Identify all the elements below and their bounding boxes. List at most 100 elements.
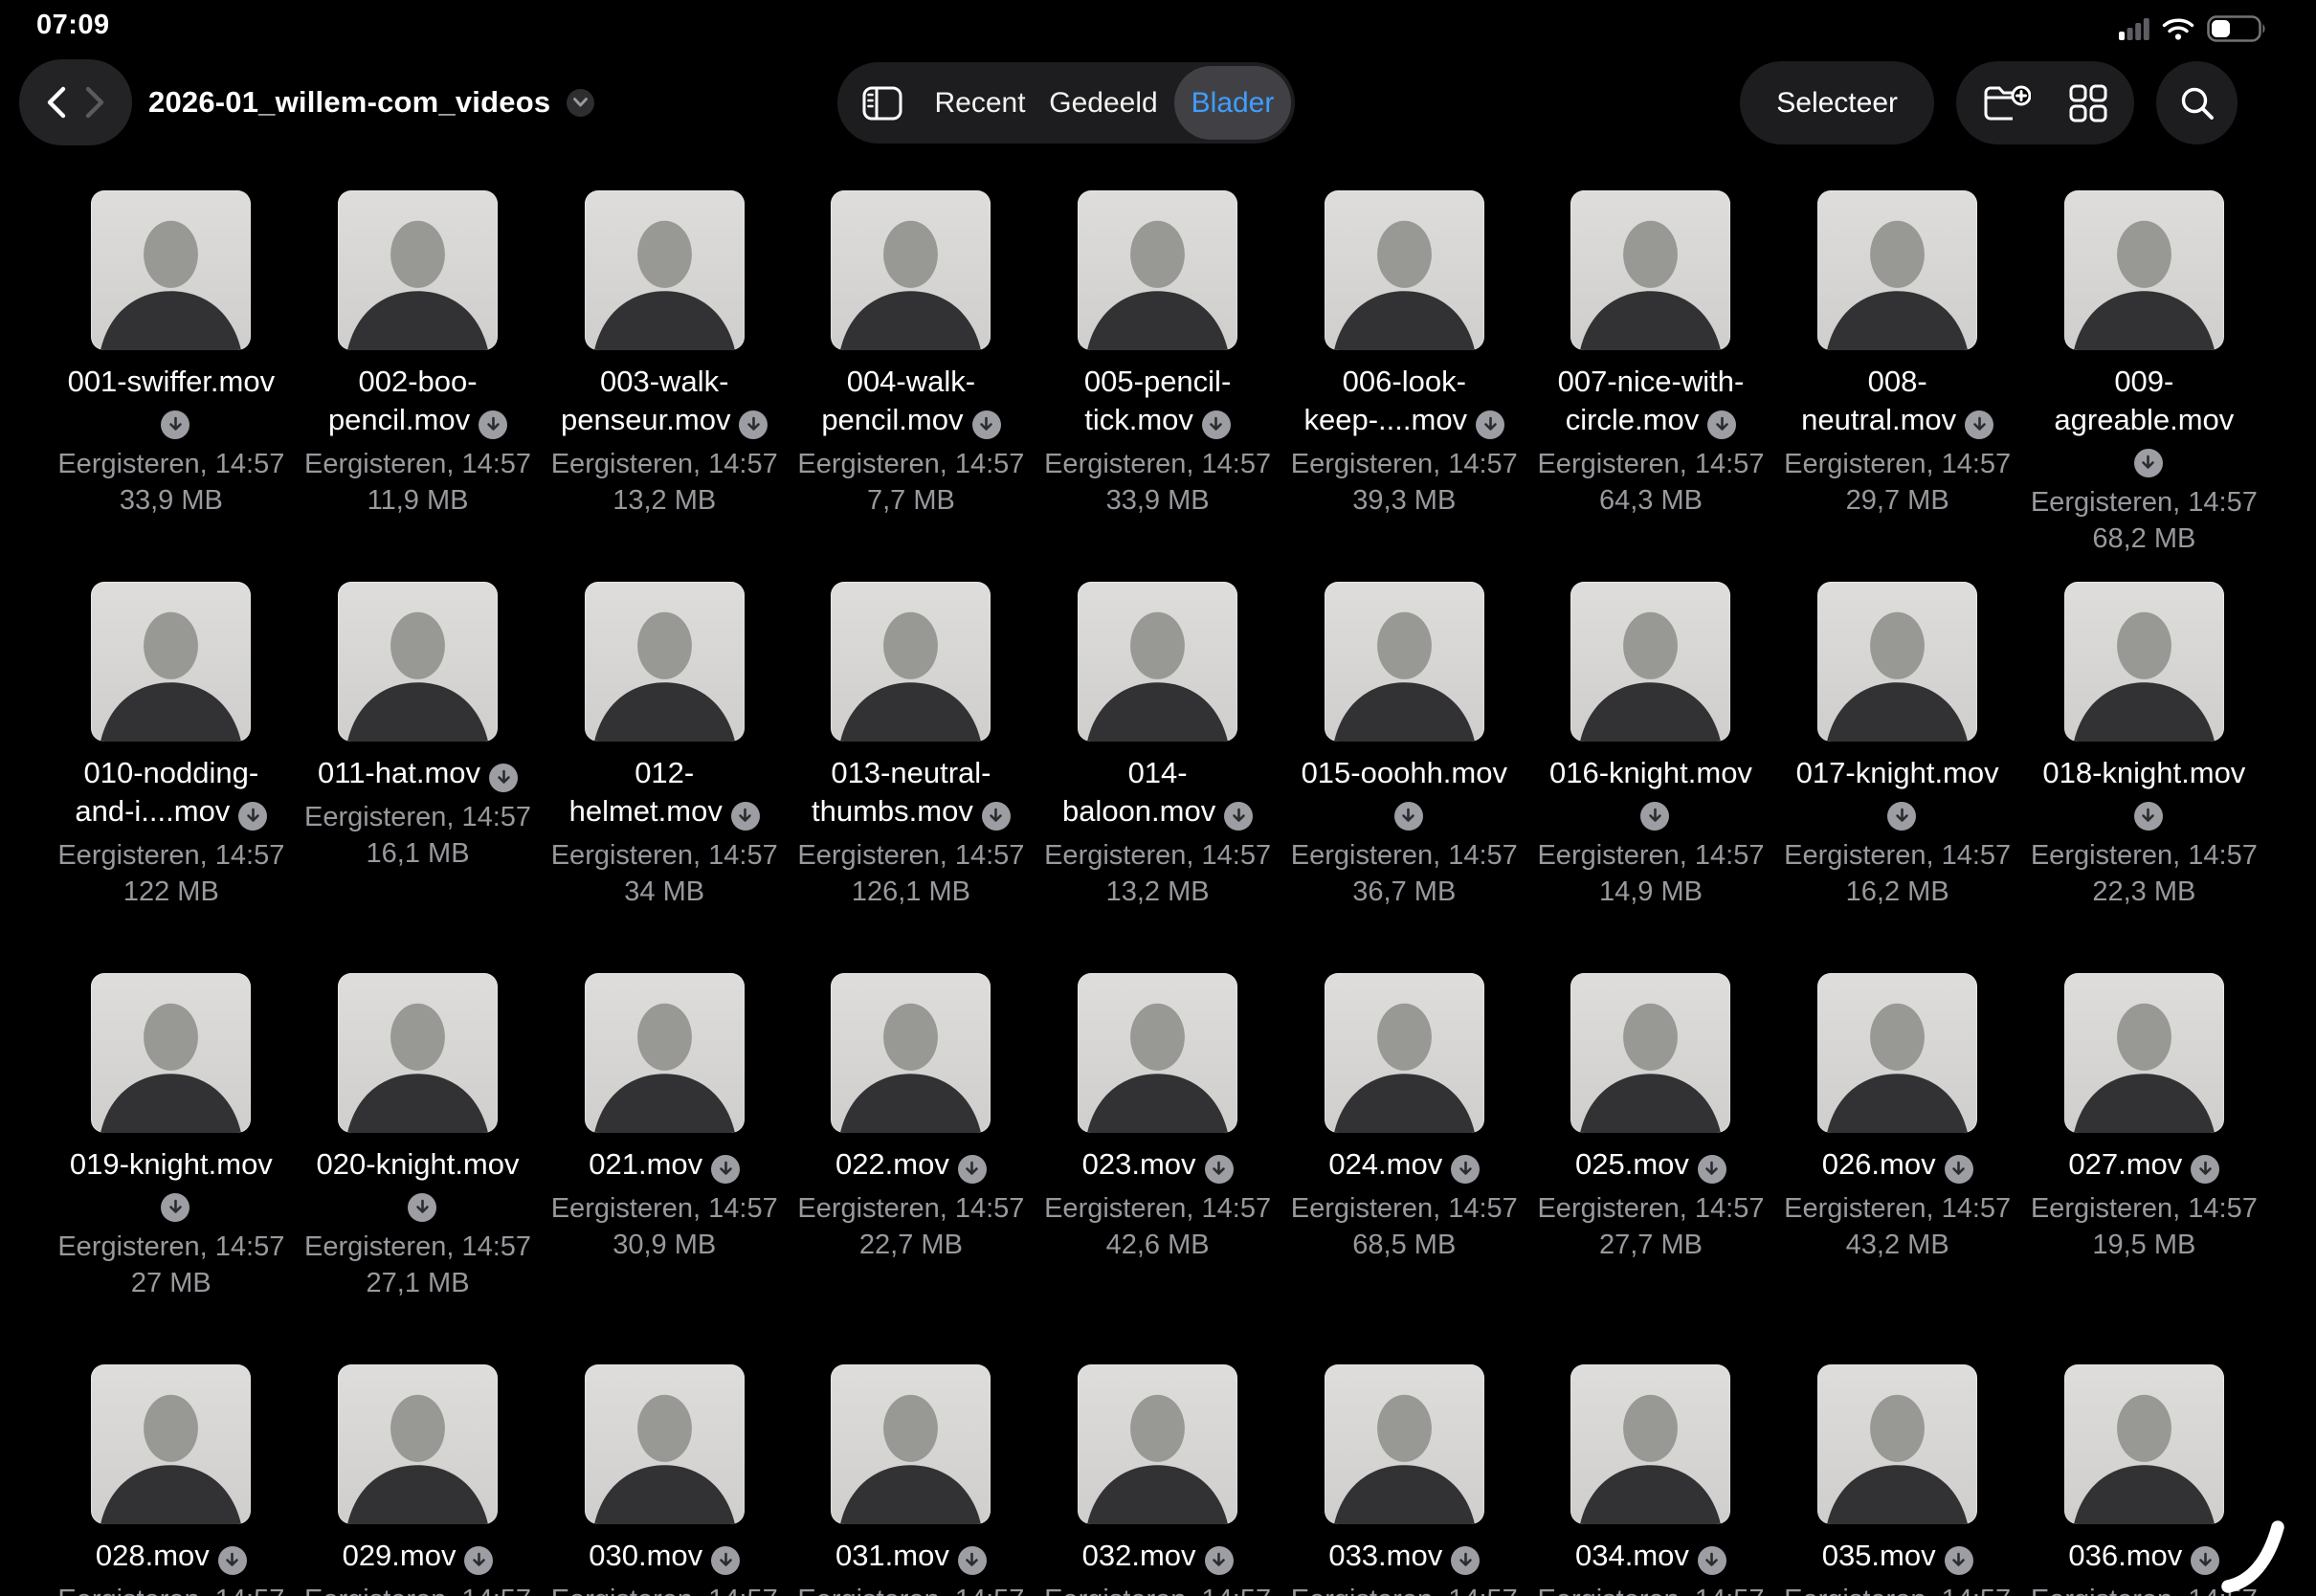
video-thumbnail[interactable] [585, 1364, 745, 1524]
file-item[interactable]: 005-pencil-tick.mov Eergisteren, 14:57 3… [1035, 190, 1281, 582]
download-icon[interactable] [711, 1546, 740, 1575]
back-button[interactable] [42, 83, 71, 122]
file-item[interactable]: 009-agreable.mov Eergisteren, 14:57 68,2… [2021, 190, 2268, 582]
download-icon[interactable] [1945, 1546, 1973, 1575]
video-thumbnail[interactable] [2064, 1364, 2224, 1524]
file-item[interactable]: 004-walk-pencil.mov Eergisteren, 14:57 7… [788, 190, 1035, 582]
video-thumbnail[interactable] [831, 973, 991, 1133]
video-thumbnail[interactable] [1078, 582, 1237, 742]
video-thumbnail[interactable] [2064, 973, 2224, 1133]
download-icon[interactable] [1202, 410, 1231, 439]
search-button[interactable] [2156, 61, 2238, 144]
tab-gedeeld[interactable]: Gedeeld [1036, 87, 1170, 120]
file-item[interactable]: 018-knight.mov Eergisteren, 14:57 22,3 M… [2021, 582, 2268, 973]
new-folder-button[interactable] [1983, 84, 2031, 122]
download-icon[interactable] [1224, 802, 1253, 831]
video-thumbnail[interactable] [91, 973, 251, 1133]
download-icon[interactable] [731, 802, 760, 831]
file-item[interactable]: 012-helmet.mov Eergisteren, 14:57 34 MB [541, 582, 788, 973]
file-item[interactable]: 019-knight.mov Eergisteren, 14:57 27 MB [48, 973, 295, 1364]
file-item[interactable]: 032.mov Eergisteren, 14:57 [1035, 1364, 1281, 1596]
video-thumbnail[interactable] [338, 582, 498, 742]
file-item[interactable]: 007-nice-with-circle.mov Eergisteren, 14… [1527, 190, 1774, 582]
download-icon[interactable] [408, 1193, 436, 1222]
view-options-button[interactable] [2069, 84, 2107, 122]
download-icon[interactable] [161, 410, 189, 439]
video-thumbnail[interactable] [1570, 190, 1730, 350]
download-icon[interactable] [161, 1193, 189, 1222]
download-icon[interactable] [1965, 410, 1993, 439]
tab-blader[interactable]: Blader [1174, 66, 1291, 140]
video-thumbnail[interactable] [1325, 190, 1484, 350]
video-thumbnail[interactable] [1078, 973, 1237, 1133]
file-item[interactable]: 013-neutral-thumbs.mov Eergisteren, 14:5… [788, 582, 1035, 973]
file-item[interactable]: 014-baloon.mov Eergisteren, 14:57 13,2 M… [1035, 582, 1281, 973]
video-thumbnail[interactable] [585, 582, 745, 742]
video-thumbnail[interactable] [1325, 1364, 1484, 1524]
download-icon[interactable] [238, 802, 267, 831]
file-item[interactable]: 030.mov Eergisteren, 14:57 [541, 1364, 788, 1596]
video-thumbnail[interactable] [585, 190, 745, 350]
file-item[interactable]: 008-neutral.mov Eergisteren, 14:57 29,7 … [1774, 190, 2021, 582]
file-item[interactable]: 020-knight.mov Eergisteren, 14:57 27,1 M… [295, 973, 542, 1364]
video-thumbnail[interactable] [1817, 190, 1977, 350]
download-icon[interactable] [1451, 1155, 1480, 1184]
video-thumbnail[interactable] [1817, 1364, 1977, 1524]
file-item[interactable]: 028.mov Eergisteren, 14:57 [48, 1364, 295, 1596]
video-thumbnail[interactable] [1817, 973, 1977, 1133]
file-item[interactable]: 023.mov Eergisteren, 14:57 42,6 MB [1035, 973, 1281, 1364]
file-item[interactable]: 011-hat.mov Eergisteren, 14:57 16,1 MB [295, 582, 542, 973]
sidebar-toggle-button[interactable] [841, 62, 924, 144]
file-item[interactable]: 015-ooohh.mov Eergisteren, 14:57 36,7 MB [1280, 582, 1527, 973]
forward-button[interactable] [80, 83, 109, 122]
download-icon[interactable] [218, 1546, 247, 1575]
video-thumbnail[interactable] [831, 582, 991, 742]
video-thumbnail[interactable] [1570, 973, 1730, 1133]
file-item[interactable]: 035.mov Eergisteren, 14:57 [1774, 1364, 2021, 1596]
download-icon[interactable] [958, 1546, 987, 1575]
file-item[interactable]: 024.mov Eergisteren, 14:57 68,5 MB [1280, 973, 1527, 1364]
file-item[interactable]: 033.mov Eergisteren, 14:57 [1280, 1364, 1527, 1596]
download-icon[interactable] [972, 410, 1001, 439]
download-icon[interactable] [1698, 1546, 1726, 1575]
file-item[interactable]: 027.mov Eergisteren, 14:57 19,5 MB [2021, 973, 2268, 1364]
download-icon[interactable] [1698, 1155, 1726, 1184]
video-thumbnail[interactable] [831, 190, 991, 350]
file-item[interactable]: 034.mov Eergisteren, 14:57 [1527, 1364, 1774, 1596]
file-item[interactable]: 025.mov Eergisteren, 14:57 27,7 MB [1527, 973, 1774, 1364]
video-thumbnail[interactable] [1817, 582, 1977, 742]
file-item[interactable]: 016-knight.mov Eergisteren, 14:57 14,9 M… [1527, 582, 1774, 973]
download-icon[interactable] [982, 802, 1011, 831]
download-icon[interactable] [1205, 1546, 1234, 1575]
file-item[interactable]: 002-boo-pencil.mov Eergisteren, 14:57 11… [295, 190, 542, 582]
file-item[interactable]: 010-nodding-and-i....mov Eergisteren, 14… [48, 582, 295, 973]
download-icon[interactable] [464, 1546, 493, 1575]
download-icon[interactable] [1887, 802, 1916, 831]
download-icon[interactable] [1205, 1155, 1234, 1184]
video-thumbnail[interactable] [1325, 973, 1484, 1133]
video-thumbnail[interactable] [338, 190, 498, 350]
file-item[interactable]: 006-look-keep-....mov Eergisteren, 14:57… [1280, 190, 1527, 582]
select-button[interactable]: Selecteer [1740, 61, 1934, 144]
download-icon[interactable] [489, 764, 518, 792]
video-thumbnail[interactable] [91, 582, 251, 742]
video-thumbnail[interactable] [1570, 1364, 1730, 1524]
video-thumbnail[interactable] [2064, 582, 2224, 742]
video-thumbnail[interactable] [1325, 582, 1484, 742]
file-item[interactable]: 026.mov Eergisteren, 14:57 43,2 MB [1774, 973, 2021, 1364]
download-icon[interactable] [1476, 410, 1504, 439]
download-icon[interactable] [2134, 449, 2163, 477]
video-thumbnail[interactable] [831, 1364, 991, 1524]
file-item[interactable]: 017-knight.mov Eergisteren, 14:57 16,2 M… [1774, 582, 2021, 973]
video-thumbnail[interactable] [1570, 582, 1730, 742]
download-icon[interactable] [2134, 802, 2163, 831]
download-icon[interactable] [1640, 802, 1669, 831]
file-item[interactable]: 003-walk-penseur.mov Eergisteren, 14:57 … [541, 190, 788, 582]
download-icon[interactable] [958, 1155, 987, 1184]
file-item[interactable]: 029.mov Eergisteren, 14:57 [295, 1364, 542, 1596]
download-icon[interactable] [1707, 410, 1736, 439]
file-item[interactable]: 031.mov Eergisteren, 14:57 [788, 1364, 1035, 1596]
video-thumbnail[interactable] [1078, 1364, 1237, 1524]
download-icon[interactable] [711, 1155, 740, 1184]
video-thumbnail[interactable] [585, 973, 745, 1133]
